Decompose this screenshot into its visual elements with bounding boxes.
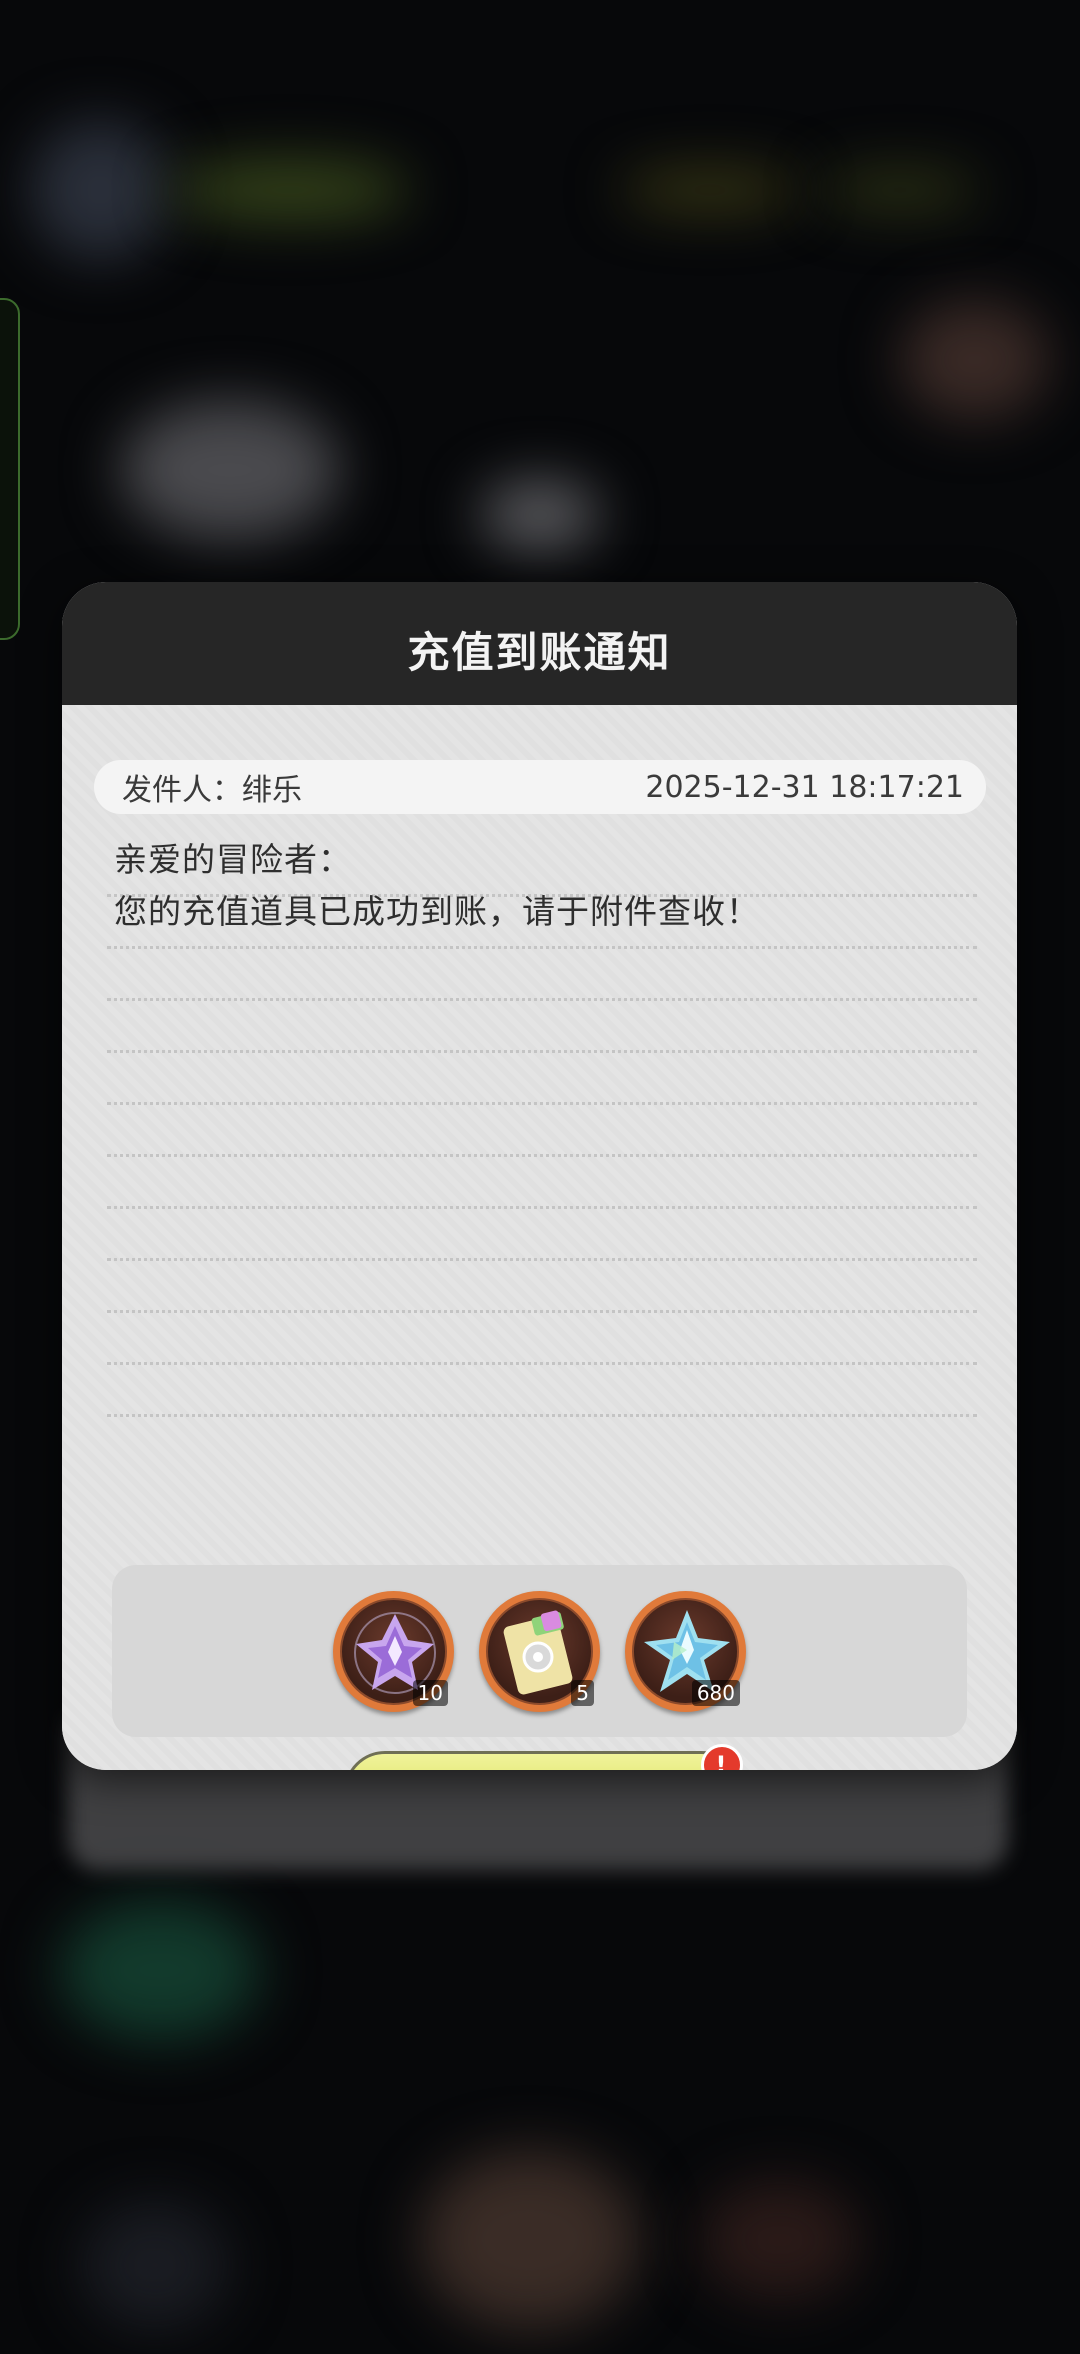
side-tab [0, 298, 20, 640]
sender-name: 绯乐 [242, 773, 302, 808]
mail-meta-bar: 发件人： 绯乐 2025-12-31 18:17:21 [94, 760, 986, 814]
attachment-count: 680 [691, 1679, 740, 1706]
attachment-count: 10 [412, 1679, 448, 1706]
dialog-title: 充值到账通知 [407, 628, 672, 677]
attachment-item[interactable]: 10 [333, 1590, 454, 1712]
dialog-body: 发件人： 绯乐 2025-12-31 18:17:21 亲爱的冒险者： 您的充值… [62, 705, 1017, 1770]
attachment-count: 5 [571, 1679, 594, 1706]
sender: 发件人： 绯乐 [122, 765, 302, 809]
sender-label: 发件人： [122, 773, 242, 808]
mail-message: 您的充值道具已成功到账，请于附件查收！ [114, 892, 760, 931]
dialog-header: 充值到账通知 [62, 582, 1017, 705]
mail-greeting: 亲爱的冒险者： [114, 840, 352, 879]
mail-timestamp: 2025-12-31 18:17:21 [645, 769, 964, 805]
attachment-item[interactable]: 680 [625, 1590, 746, 1712]
alert-icon: ! [701, 1744, 743, 1770]
attachments-panel: 10 5 680 [112, 1565, 967, 1737]
mail-dialog: 充值到账通知 发件人： 绯乐 2025-12-31 18:17:21 亲爱的冒险… [62, 582, 1017, 1770]
attachment-item[interactable]: 5 [479, 1590, 600, 1712]
claim-button[interactable]: 领取 ! [344, 1744, 743, 1770]
